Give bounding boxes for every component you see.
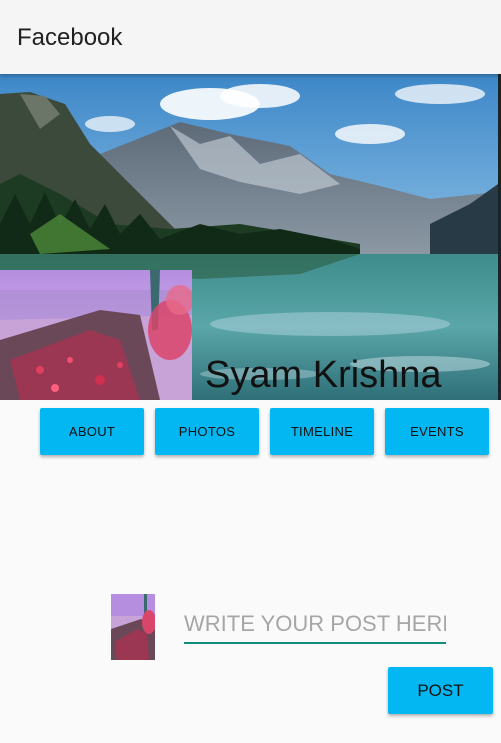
tab-photos[interactable]: PHOTOS [155,408,259,455]
post-input[interactable] [184,606,446,644]
app-title: Facebook [17,24,123,51]
user-avatar [111,594,155,660]
post-button[interactable]: POST [388,667,493,714]
profile-photo[interactable] [0,270,192,400]
tab-timeline[interactable]: TIMELINE [270,408,374,455]
app-bar: Facebook [0,0,501,74]
tab-events[interactable]: EVENTS [385,408,489,455]
tab-about[interactable]: ABOUT [40,408,144,455]
profile-name: Syam Krishna [205,354,442,396]
